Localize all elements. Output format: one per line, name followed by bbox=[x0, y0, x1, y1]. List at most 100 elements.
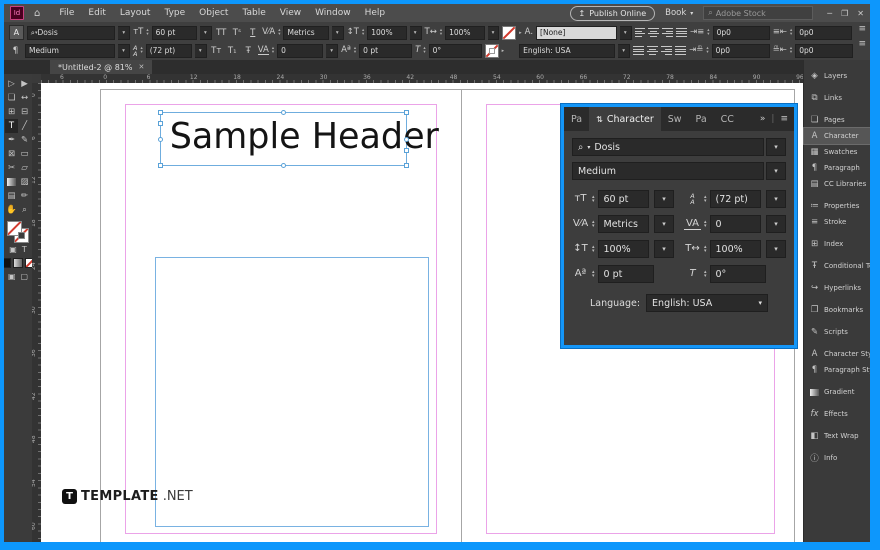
font-style-chevron[interactable]: ▾ bbox=[118, 43, 130, 58]
apply-color-button[interactable] bbox=[4, 258, 11, 268]
eyedropper-tool[interactable]: ✏ bbox=[18, 189, 31, 203]
content-placer-tool[interactable]: ⊟ bbox=[18, 105, 31, 119]
vertical-scale-field[interactable]: 100% bbox=[367, 25, 407, 40]
panel-kerning-field[interactable]: Metrics bbox=[597, 215, 649, 233]
rectangle-tool[interactable]: ▭ bbox=[18, 147, 31, 161]
first-line-indent-field[interactable]: 0p0 bbox=[711, 43, 770, 58]
dock-item-hyperlinks[interactable]: ↪ Hyperlinks bbox=[804, 280, 870, 296]
panel-kerning-chevron[interactable]: ▾ bbox=[654, 215, 674, 233]
screen-mode-button[interactable]: ▢ bbox=[21, 272, 29, 281]
direct-selection-tool[interactable]: ▷ bbox=[5, 77, 18, 91]
menu-edit[interactable]: Edit bbox=[81, 8, 112, 18]
horizontal-scale-chevron[interactable]: ▾ bbox=[487, 25, 500, 40]
baseline-shift-stepper[interactable]: ▴ ▾ bbox=[354, 46, 356, 55]
panel-font-size-field[interactable]: 60 pt bbox=[597, 190, 649, 208]
dock-item-paragraph-styles[interactable]: ¶Paragraph Styles bbox=[804, 362, 870, 378]
panel-font-family-chevron[interactable]: ▾ bbox=[766, 138, 786, 156]
gradient-feather-tool[interactable]: ▨ bbox=[18, 175, 31, 189]
leading-field[interactable]: (72 pt) bbox=[145, 43, 192, 58]
tab-overflow-icon[interactable]: » bbox=[760, 114, 766, 124]
handle-top-left[interactable] bbox=[158, 110, 163, 115]
underline-button[interactable]: T bbox=[246, 28, 259, 38]
justify-icon[interactable] bbox=[676, 27, 688, 38]
left-indent-field[interactable]: 0p0 bbox=[712, 25, 770, 40]
stroke-color-swatch[interactable] bbox=[484, 43, 499, 58]
font-style-combo[interactable]: Medium bbox=[25, 43, 115, 58]
justify-center-icon[interactable] bbox=[647, 45, 659, 56]
kerning-field[interactable]: Metrics bbox=[283, 25, 329, 40]
header-text[interactable]: Sample Header bbox=[161, 113, 439, 161]
dock-item-gradient[interactable]: Gradient bbox=[804, 384, 870, 400]
dock-item-text-wrap[interactable]: ◧ Text Wrap bbox=[804, 428, 870, 444]
dock-item-character[interactable]: A Character bbox=[803, 127, 870, 145]
dock-item-info[interactable]: ⓘ Info bbox=[804, 450, 870, 466]
dock-item-properties[interactable]: ≔ Properties bbox=[804, 198, 870, 214]
superscript-button[interactable]: Tˢ bbox=[231, 28, 244, 38]
last-line-indent-field[interactable]: 0p0 bbox=[795, 43, 854, 58]
menu-type[interactable]: Type bbox=[157, 8, 192, 18]
handle-bottom-center[interactable] bbox=[281, 163, 286, 168]
frame-tool[interactable]: ⊠ bbox=[5, 147, 18, 161]
menu-file[interactable]: File bbox=[52, 8, 81, 18]
minimize-button[interactable]: ─ bbox=[827, 9, 832, 18]
panel-leading-stepper[interactable]: ▴ ▾ bbox=[704, 194, 707, 204]
fill-flyout-icon[interactable]: ▸ bbox=[519, 30, 522, 36]
document-tab[interactable]: *Untitled-2 @ 81% ✕ bbox=[50, 60, 153, 74]
language-combo[interactable]: English: USA bbox=[519, 43, 616, 58]
panel-font-size-stepper[interactable]: ▴ ▾ bbox=[592, 194, 595, 204]
panel-skew-field[interactable]: 0° bbox=[709, 265, 766, 283]
free-transform-tool[interactable]: ▱ bbox=[18, 161, 31, 175]
first-line-indent-stepper[interactable]: ▴ ▾ bbox=[706, 46, 708, 55]
tab-cc-libraries-partial[interactable]: CC bbox=[714, 107, 741, 131]
handle-top-center[interactable] bbox=[281, 110, 286, 115]
strikethrough-button[interactable]: Ŧ bbox=[242, 46, 255, 56]
character-style-combo[interactable]: [None] bbox=[536, 25, 617, 40]
scissors-tool[interactable]: ✂ bbox=[5, 161, 18, 175]
align-left-icon[interactable] bbox=[634, 27, 646, 38]
menu-view[interactable]: View bbox=[273, 8, 308, 18]
panel-font-size-chevron[interactable]: ▾ bbox=[654, 190, 674, 208]
gap-tool[interactable]: ↔ bbox=[18, 91, 31, 105]
language-chevron[interactable]: ▾ bbox=[618, 43, 631, 58]
tab-character[interactable]: ⇅ Character bbox=[589, 107, 661, 131]
align-right-icon[interactable] bbox=[662, 27, 674, 38]
panel-tracking-field[interactable]: 0 bbox=[709, 215, 761, 233]
horizontal-scale-stepper[interactable]: ▴ ▾ bbox=[440, 28, 442, 37]
panel-font-family-combo[interactable]: ⌕ ▾ Dosis bbox=[572, 138, 764, 156]
body-text-frame[interactable] bbox=[155, 257, 429, 527]
note-tool[interactable]: ▤ bbox=[5, 189, 18, 203]
panel-menu2-icon[interactable]: ≡ bbox=[858, 40, 866, 49]
panel-leading-chevron[interactable]: ▾ bbox=[766, 190, 786, 208]
dock-item-stroke[interactable]: ≡ Stroke bbox=[804, 214, 870, 230]
publish-online-button[interactable]: ↥ Publish Online bbox=[569, 5, 656, 21]
text-out-port[interactable] bbox=[404, 148, 409, 153]
page-tool[interactable]: ❏ bbox=[5, 91, 18, 105]
font-family-chevron[interactable]: ▾ bbox=[118, 25, 131, 40]
tab-close-icon[interactable]: ✕ bbox=[139, 63, 145, 71]
vertical-scale-stepper[interactable]: ▴ ▾ bbox=[362, 28, 364, 37]
panel-menu-icon[interactable]: ≡ bbox=[858, 25, 866, 34]
menu-help[interactable]: Help bbox=[358, 8, 393, 18]
panel-kerning-stepper[interactable]: ▴ ▾ bbox=[592, 219, 595, 229]
quick-apply-icon[interactable]: ϟ bbox=[869, 28, 870, 37]
handle-mid-right[interactable] bbox=[404, 137, 409, 142]
font-family-combo[interactable]: ⌕ ▾ Dosis bbox=[26, 25, 116, 40]
font-size-field[interactable]: 60 pt bbox=[151, 25, 197, 40]
type-tool[interactable]: T bbox=[5, 119, 18, 133]
tab-paragraph-partial[interactable]: Pa bbox=[689, 107, 714, 131]
handle-bottom-right[interactable] bbox=[404, 163, 409, 168]
panel-tracking-chevron[interactable]: ▾ bbox=[766, 215, 786, 233]
header-text-frame[interactable]: Sample Header bbox=[158, 110, 439, 168]
dock-item-index[interactable]: ⊞ Index bbox=[804, 236, 870, 252]
kerning-chevron[interactable]: ▾ bbox=[331, 25, 344, 40]
panel-vertical-scale-field[interactable]: 100% bbox=[597, 240, 649, 258]
tracking-field[interactable]: 0 bbox=[277, 43, 324, 58]
handle-top-right[interactable] bbox=[404, 110, 409, 115]
small-caps-button[interactable]: Tт bbox=[210, 46, 223, 56]
dock-item-scripts[interactable]: ✎ Scripts bbox=[804, 324, 870, 340]
kerning-stepper[interactable]: ▴ ▾ bbox=[278, 28, 280, 37]
stroke-flyout-icon[interactable]: ▸ bbox=[502, 48, 505, 54]
panel-font-style-chevron[interactable]: ▾ bbox=[766, 162, 786, 180]
restore-button[interactable]: ❐ bbox=[841, 9, 848, 18]
panel-vertical-scale-chevron[interactable]: ▾ bbox=[654, 240, 674, 258]
